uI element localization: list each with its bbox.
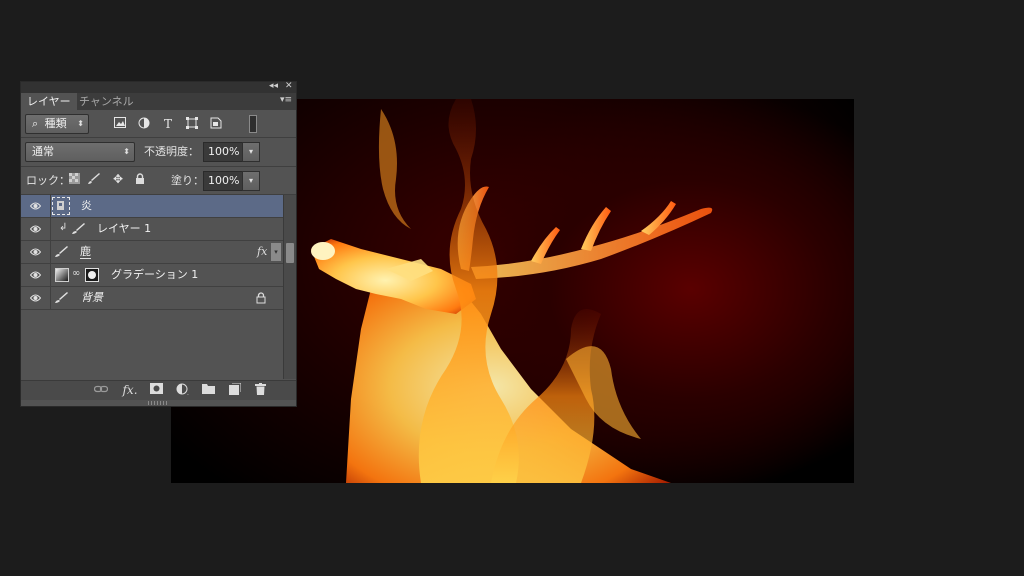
fill-label: 塗り： [171, 174, 204, 187]
filter-toggle-icon[interactable] [249, 115, 257, 133]
search-icon: ⌕ [32, 117, 39, 130]
panel-title-bar[interactable]: ◂◂ ✕ [21, 80, 296, 93]
visibility-eye-icon[interactable] [29, 201, 42, 211]
layer-list-scrollbar[interactable] [283, 195, 296, 379]
opacity-input[interactable]: 100% [203, 142, 243, 162]
brush-icon [71, 223, 86, 238]
panel-menu-icon[interactable]: ▾≡ [280, 95, 292, 105]
layer-name[interactable]: 炎 [81, 199, 92, 213]
svg-text:.: . [187, 390, 189, 395]
divider [21, 166, 296, 167]
delete-layer-trash-icon[interactable] [253, 383, 268, 398]
collapse-panel-icon[interactable]: ◂◂ [269, 80, 278, 92]
link-chain-icon[interactable]: ∞ [72, 268, 80, 279]
layer-name[interactable]: レイヤー 1 [97, 222, 151, 236]
divider [50, 241, 51, 263]
lock-all-icon[interactable] [133, 173, 147, 187]
divider [50, 264, 51, 286]
close-panel-icon[interactable]: ✕ [285, 80, 293, 92]
layer-row-gradient-1[interactable]: ∞ グラデーション 1 [21, 264, 283, 287]
new-adjustment-layer-icon[interactable]: . [175, 383, 190, 398]
visibility-eye-icon[interactable] [29, 270, 42, 280]
kind-label: 種類 [44, 117, 67, 130]
divider [21, 137, 296, 138]
opacity-label: 不透明度： [144, 145, 199, 158]
lock-label: ロック： [26, 174, 70, 187]
layer-mask-thumbnail[interactable] [85, 268, 99, 282]
visibility-eye-icon[interactable] [29, 247, 42, 257]
new-layer-icon[interactable] [227, 382, 242, 398]
clipping-mask-arrow-icon: ↲ [59, 222, 68, 233]
tab-channels[interactable]: チャンネル [73, 93, 140, 110]
lock-pixels-brush-icon[interactable] [87, 173, 101, 187]
tab-layers[interactable]: レイヤー [21, 93, 77, 110]
chevron-updown-icon: ⬍ [77, 119, 84, 128]
blend-mode-value: 通常 [32, 145, 54, 158]
layers-bottom-toolbar: fx. . [21, 380, 296, 400]
divider [50, 218, 51, 240]
layer-name[interactable]: 鹿 [80, 245, 91, 259]
add-layer-mask-icon[interactable] [149, 383, 164, 398]
add-layer-style-fx-icon[interactable]: fx. [121, 383, 139, 398]
smart-object-filter-icon[interactable] [209, 117, 223, 131]
opacity-slider-button[interactable]: ▾ [242, 142, 260, 162]
layer-row-flame[interactable]: 炎 [21, 195, 283, 218]
layers-panel: ◂◂ ✕ レイヤー チャンネル ▾≡ ⌕ 種類 ⬍ T 通常 ⬍ 不透明度： 1… [20, 81, 297, 407]
layer-name[interactable]: 背景 [81, 291, 103, 305]
adjustment-filter-icon[interactable] [137, 117, 151, 131]
fill-input[interactable]: 100% [203, 171, 243, 191]
shape-filter-icon[interactable] [185, 117, 199, 131]
expand-effects-chevron-icon[interactable]: ▾ [271, 243, 281, 261]
chevron-updown-icon: ⬍ [123, 147, 130, 156]
layer-name[interactable]: グラデーション 1 [111, 268, 198, 282]
scrollbar-thumb[interactable] [286, 243, 294, 263]
panel-tabs: レイヤー チャンネル [21, 93, 296, 110]
link-layers-icon[interactable] [93, 383, 108, 398]
brush-icon [54, 246, 69, 261]
gradient-thumbnail[interactable] [55, 268, 69, 282]
layer-row-background[interactable]: 背景 [21, 287, 283, 310]
type-filter-icon[interactable]: T [161, 117, 175, 131]
layer-row-layer-1[interactable]: ↲ レイヤー 1 [21, 218, 283, 241]
lock-transparent-icon[interactable] [67, 173, 81, 187]
brush-icon [54, 292, 69, 307]
layer-row-deer[interactable]: 鹿 fx ▾ [21, 241, 283, 264]
divider [50, 287, 51, 309]
layer-list: 炎 ↲ レイヤー 1 鹿 fx ▾ ∞ グラデーション 1 背景 [21, 195, 283, 379]
smart-object-thumbnail[interactable] [52, 197, 70, 215]
lock-position-move-icon[interactable]: ✥ [111, 172, 125, 186]
layer-locked-icon [256, 292, 266, 307]
image-filter-icon[interactable] [113, 117, 127, 131]
panel-resize-grip[interactable] [148, 401, 168, 405]
divider [50, 195, 51, 217]
layer-filter-kind-select[interactable]: ⌕ 種類 ⬍ [25, 114, 89, 134]
blend-mode-select[interactable]: 通常 ⬍ [25, 142, 135, 162]
visibility-eye-icon[interactable] [29, 293, 42, 303]
fill-slider-button[interactable]: ▾ [242, 171, 260, 191]
new-group-folder-icon[interactable] [201, 383, 216, 398]
visibility-eye-icon[interactable] [29, 224, 42, 234]
layer-effects-fx-icon[interactable]: fx [257, 245, 267, 258]
